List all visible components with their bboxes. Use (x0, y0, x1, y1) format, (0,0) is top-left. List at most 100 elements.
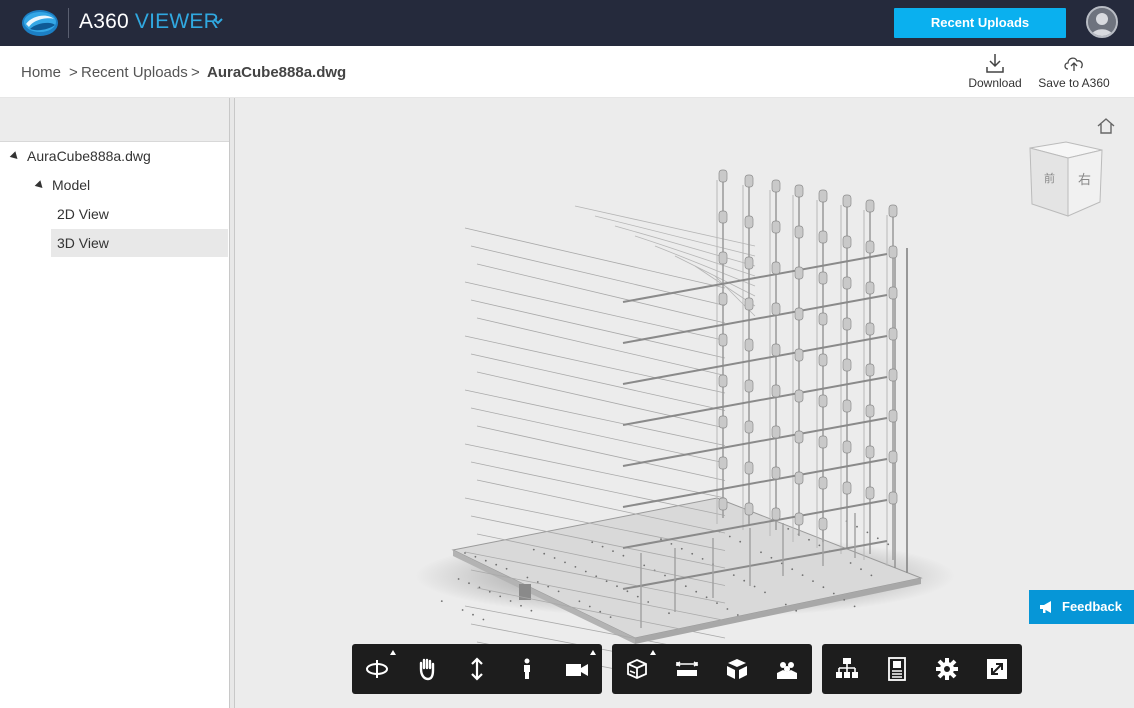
pcb-hole (732, 574, 735, 576)
app-name: A360 (79, 10, 129, 33)
pcb-hole (791, 568, 794, 571)
led-bulb (771, 425, 781, 439)
pcb-hole (818, 544, 821, 547)
led-bulb (771, 466, 781, 480)
measure-button[interactable] (662, 644, 712, 694)
led-bulb (718, 292, 728, 306)
viewcube-right-label[interactable]: 右 (1078, 173, 1091, 188)
model-browser-button[interactable] (762, 644, 812, 694)
tree-item-root[interactable]: AuraCube888a.dwg (0, 142, 229, 170)
avatar[interactable] (1086, 6, 1118, 38)
viewcube[interactable]: 前 右 (1022, 138, 1108, 220)
led-bulb (865, 404, 875, 418)
logo-divider (68, 8, 69, 38)
fullscreen-button[interactable] (972, 644, 1022, 694)
pcb-hole (670, 543, 673, 545)
tree-item-3d-view[interactable]: 3D View (51, 229, 228, 257)
pcb-hole (736, 614, 739, 616)
grid-wire (470, 245, 726, 306)
pcb-hole (482, 618, 485, 621)
led-bulb (842, 399, 852, 413)
led-bulb (794, 430, 804, 444)
pcb-hole (866, 531, 869, 534)
pcb-hole (695, 590, 698, 593)
led-bulb (718, 210, 728, 224)
led-bulb (744, 256, 754, 270)
feedback-button[interactable]: Feedback (1029, 590, 1134, 624)
properties-button[interactable] (872, 644, 922, 694)
breadcrumb-home[interactable]: Home (21, 64, 61, 81)
viewcube-front-label[interactable]: 前 (1044, 171, 1055, 185)
expand-triangle-icon[interactable] (34, 180, 46, 191)
led-bulb (842, 194, 852, 208)
camera-icon (566, 664, 588, 676)
pcb-hole (870, 574, 873, 577)
panel-header (0, 98, 229, 142)
led-bulb (888, 409, 898, 423)
pcb-hole (461, 609, 464, 611)
led-bulb (718, 333, 728, 347)
cloud-upload-icon (1064, 57, 1083, 71)
pcb-hole (526, 576, 529, 579)
pcb-hole (578, 600, 581, 603)
pcb-hole (743, 579, 746, 582)
led-bulb (888, 450, 898, 464)
pcb-hole (822, 586, 825, 589)
led-bulb (865, 322, 875, 336)
orbit-button[interactable] (352, 644, 402, 694)
pcb-hole (680, 547, 683, 550)
app-title[interactable]: A360 VIEWER (79, 10, 219, 34)
led-bulb (794, 184, 804, 198)
tree-item-label: AuraCube888a.dwg (27, 148, 151, 164)
download-button[interactable]: Download (962, 52, 1028, 90)
recent-uploads-button[interactable]: Recent Uploads (894, 8, 1066, 38)
home-icon[interactable] (1096, 117, 1116, 135)
pcb-hole (784, 603, 787, 606)
pcb-hole (728, 535, 731, 538)
led-bulb (818, 271, 828, 285)
pcb-hole (684, 585, 687, 588)
megaphone-icon (1040, 601, 1051, 613)
structure-button[interactable] (822, 644, 872, 694)
led-bulb (818, 312, 828, 326)
pcb-hole (647, 601, 650, 603)
pcb-hole (543, 552, 546, 555)
pcb-hole (887, 543, 890, 546)
settings-button[interactable] (922, 644, 972, 694)
save-to-a360-button[interactable]: Save to A360 (1034, 52, 1114, 90)
led-bulb (888, 327, 898, 341)
pan-button[interactable] (402, 644, 452, 694)
zoom-button[interactable] (452, 644, 502, 694)
pcb-hole (457, 578, 460, 580)
pcb-hole (739, 540, 742, 543)
breadcrumb-recent-uploads[interactable]: Recent Uploads (81, 64, 188, 81)
led-cube-model[interactable] (235, 98, 1134, 708)
tree-item-2d-view[interactable]: 2D View (51, 200, 229, 228)
camera-button[interactable] (552, 644, 602, 694)
led-bulb (794, 266, 804, 280)
chevron-down-icon[interactable] (212, 16, 224, 26)
first-person-button[interactable] (502, 644, 552, 694)
explode-button[interactable] (712, 644, 762, 694)
pcb-hole (495, 563, 498, 566)
grid-wire (594, 215, 756, 257)
caret-icon (590, 650, 596, 655)
pcb-hole (787, 528, 790, 530)
breadcrumb-separator: > (69, 64, 78, 81)
pcb-hole (626, 590, 629, 593)
led-bulb (771, 507, 781, 521)
led-bulb (818, 476, 828, 490)
led-bulb (888, 245, 898, 259)
pcb-hole (856, 525, 858, 528)
grid-wire (470, 461, 726, 516)
section-button[interactable] (612, 644, 662, 694)
feedback-label: Feedback (1062, 599, 1122, 614)
tree-item-model[interactable]: Model (0, 171, 229, 199)
led-bulb (771, 384, 781, 398)
autodesk-logo-icon[interactable] (20, 5, 60, 39)
pcb-hole (664, 574, 666, 577)
led-bulb (744, 174, 754, 188)
led-bulb (794, 225, 804, 239)
3d-viewport[interactable] (235, 98, 1134, 708)
expand-triangle-icon[interactable] (9, 151, 21, 162)
